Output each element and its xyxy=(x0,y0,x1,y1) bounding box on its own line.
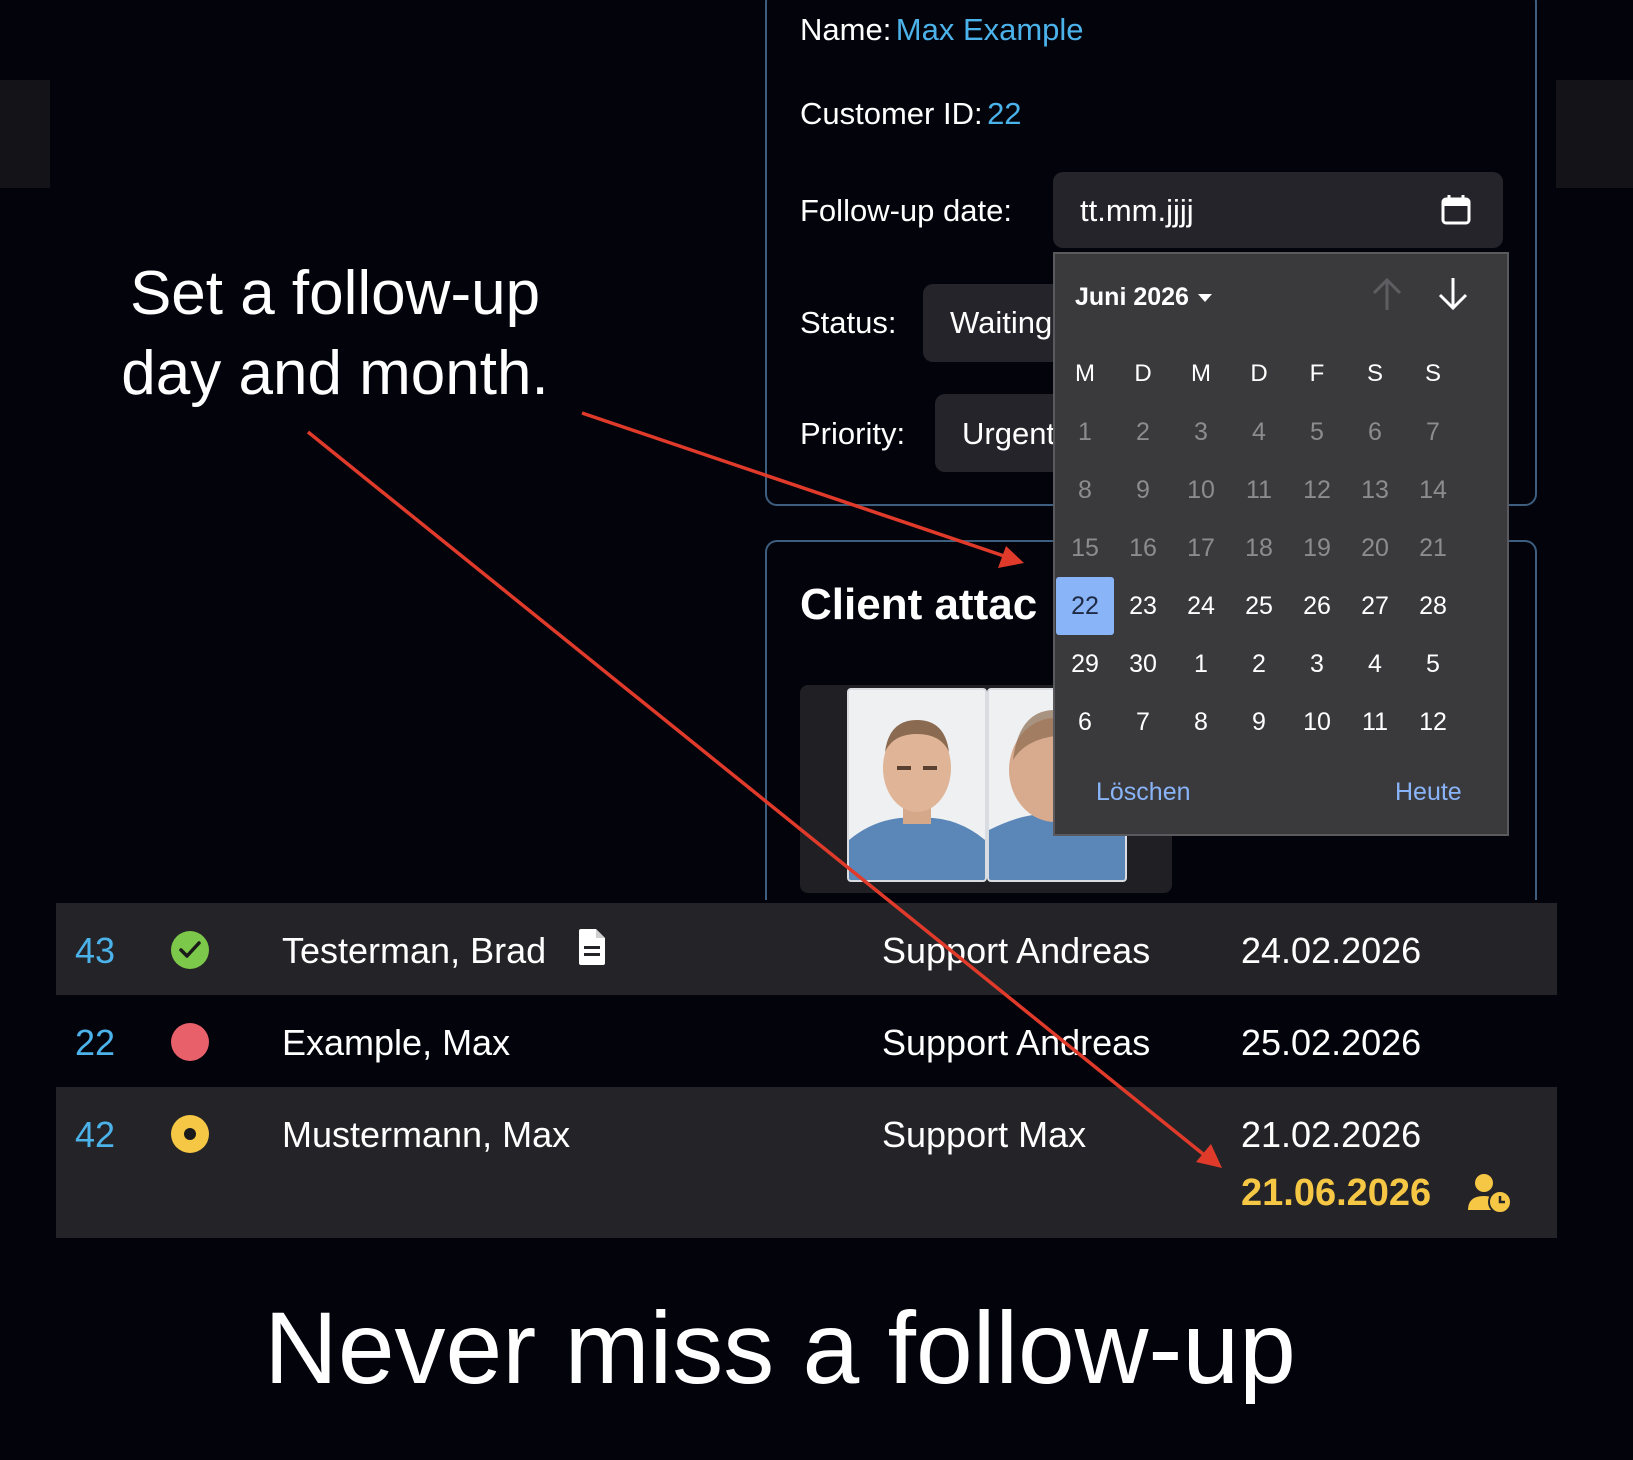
calendar-day[interactable]: 4 xyxy=(1346,635,1404,693)
calendar-day[interactable]: 26 xyxy=(1288,577,1346,635)
calendar-day[interactable]: 7 xyxy=(1404,403,1462,461)
today-button[interactable]: Heute xyxy=(1395,778,1462,807)
caption-line-1: Set a follow-up xyxy=(129,259,541,328)
calendar-day[interactable]: 10 xyxy=(1288,693,1346,751)
calendar-day-selected[interactable]: 22 xyxy=(1056,577,1114,635)
calendar-day[interactable]: 10 xyxy=(1172,461,1230,519)
calendar-day[interactable]: 8 xyxy=(1056,461,1114,519)
attachments-title: Client attac xyxy=(800,580,1038,629)
document-icon[interactable] xyxy=(577,928,607,971)
ticket-id[interactable]: 42 xyxy=(75,1114,115,1156)
calendar-day[interactable]: 19 xyxy=(1288,519,1346,577)
callout-caption: Set a follow-up day and month. xyxy=(100,254,570,414)
tagline: Never miss a follow-up xyxy=(264,1291,1296,1405)
date: 24.02.2026 xyxy=(1241,930,1422,971)
calendar-day[interactable]: 17 xyxy=(1172,519,1230,577)
calendar-day[interactable]: 6 xyxy=(1346,403,1404,461)
background-window-edge-left xyxy=(0,80,50,188)
calendar-day[interactable]: 2 xyxy=(1114,403,1172,461)
customer-name[interactable]: Testerman, Brad xyxy=(282,930,546,972)
weekday-label: S xyxy=(1424,360,1441,387)
calendar-day[interactable]: 27 xyxy=(1346,577,1404,635)
calendar-day[interactable]: 24 xyxy=(1172,577,1230,635)
calendar-day[interactable]: 12 xyxy=(1404,693,1462,751)
table-row[interactable] xyxy=(56,1087,1557,1238)
weekday-label: D xyxy=(1134,360,1152,387)
caption-line-2: day and month. xyxy=(121,339,549,408)
customer-id-value: 22 xyxy=(987,96,1022,131)
assignee: Support Andreas xyxy=(882,930,1151,971)
date: 21.02.2026 xyxy=(1241,1114,1422,1155)
date: 25.02.2026 xyxy=(1241,1022,1422,1063)
calendar-icon[interactable] xyxy=(1441,193,1471,225)
customer-id-label: Customer ID: xyxy=(800,96,983,131)
calendar-day[interactable]: 21 xyxy=(1404,519,1462,577)
calendar-day[interactable]: 8 xyxy=(1172,693,1230,751)
calendar-day[interactable]: 2 xyxy=(1230,635,1288,693)
calendar-day[interactable]: 9 xyxy=(1230,693,1288,751)
calendar-day[interactable]: 5 xyxy=(1288,403,1346,461)
caret-down-icon[interactable] xyxy=(1198,294,1212,302)
yellow-ring-icon xyxy=(171,1115,209,1153)
calendar-day[interactable]: 3 xyxy=(1172,403,1230,461)
calendar-day[interactable]: 1 xyxy=(1172,635,1230,693)
followup-date-placeholder: tt.mm.jjjj xyxy=(1080,193,1194,228)
calendar-day[interactable]: 7 xyxy=(1114,693,1172,751)
assignee: Support Andreas xyxy=(882,1022,1151,1063)
calendar-day[interactable]: 16 xyxy=(1114,519,1172,577)
calendar-day[interactable]: 18 xyxy=(1230,519,1288,577)
weekday-label: F xyxy=(1309,360,1325,387)
clear-date-button[interactable]: Löschen xyxy=(1096,778,1191,807)
calendar-day[interactable]: 5 xyxy=(1404,635,1462,693)
calendar-day[interactable]: 1 xyxy=(1056,403,1114,461)
priority-select-value: Urgent xyxy=(962,416,1053,451)
weekday-label: S xyxy=(1366,360,1383,387)
calendar-day[interactable]: 20 xyxy=(1346,519,1404,577)
followup-date-label: Follow-up date: xyxy=(800,193,1012,228)
priority-label: Priority: xyxy=(800,416,906,451)
calendar-day[interactable]: 13 xyxy=(1346,461,1404,519)
calendar-day[interactable]: 15 xyxy=(1056,519,1114,577)
calendar-day[interactable]: 28 xyxy=(1404,577,1462,635)
calendar-day[interactable]: 11 xyxy=(1230,461,1288,519)
status-label: Status: xyxy=(800,305,897,340)
calendar-day[interactable]: 25 xyxy=(1230,577,1288,635)
calendar-day[interactable]: 14 xyxy=(1404,461,1462,519)
followup-date: 21.06.2026 xyxy=(1241,1172,1432,1214)
customer-name-value[interactable]: Max Example xyxy=(896,12,1084,47)
month-year-select[interactable]: Juni 2026 xyxy=(1075,283,1189,312)
customer-name[interactable]: Mustermann, Max xyxy=(282,1114,570,1156)
status-select-value: Waiting xyxy=(950,305,1053,340)
calendar-day[interactable]: 11 xyxy=(1346,693,1404,751)
weekday-label: D xyxy=(1250,360,1268,387)
customer-name[interactable]: Example, Max xyxy=(282,1022,510,1064)
calendar-day[interactable]: 4 xyxy=(1230,403,1288,461)
check-circle-icon xyxy=(171,931,209,969)
weekday-label: M xyxy=(1191,360,1211,387)
ticket-id[interactable]: 22 xyxy=(75,1022,115,1064)
name-label: Name: xyxy=(800,12,892,47)
calendar-day[interactable]: 3 xyxy=(1288,635,1346,693)
ticket-id[interactable]: 43 xyxy=(75,930,115,972)
customer-name-row: Name: Max Example xyxy=(800,12,1084,48)
red-dot-icon xyxy=(171,1023,209,1061)
arrow-down-icon[interactable] xyxy=(1436,276,1470,321)
calendar-day[interactable]: 23 xyxy=(1114,577,1172,635)
background-window-edge-right xyxy=(1556,80,1633,188)
arrow-up-icon[interactable] xyxy=(1370,276,1404,321)
customer-id-row: Customer ID: 22 xyxy=(800,96,1022,132)
calendar-day[interactable]: 9 xyxy=(1114,461,1172,519)
calendar-day[interactable]: 30 xyxy=(1114,635,1172,693)
assignee: Support Max xyxy=(882,1114,1087,1155)
user-clock-icon xyxy=(1468,1172,1512,1219)
calendar-day[interactable]: 6 xyxy=(1056,693,1114,751)
weekday-label: M xyxy=(1075,360,1095,387)
calendar-day[interactable]: 29 xyxy=(1056,635,1114,693)
attachment-photo-front[interactable] xyxy=(847,688,987,882)
calendar-day[interactable]: 12 xyxy=(1288,461,1346,519)
